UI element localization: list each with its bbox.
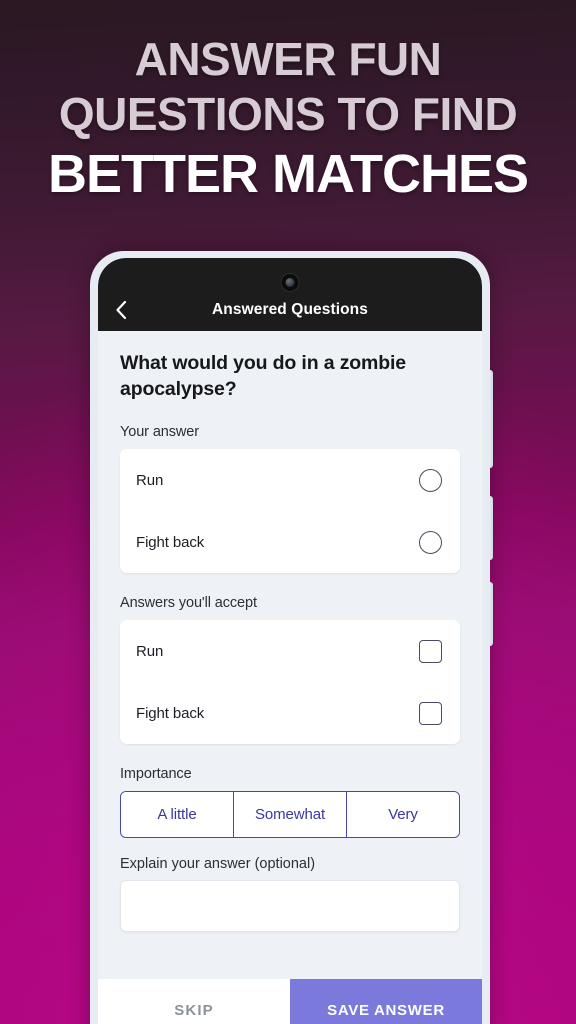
form-action-bar: SKIP SAVE ANSWER	[98, 979, 482, 1024]
radio-icon[interactable]	[419, 530, 442, 554]
option-label: Run	[136, 471, 164, 489]
headline-line-1: ANSWER FUN	[134, 33, 442, 85]
phone-screen: Answered Questions What would you do in …	[98, 258, 482, 1024]
importance-option-somewhat[interactable]: Somewhat	[234, 792, 347, 838]
option-label: Run	[136, 642, 164, 660]
phone-power-button[interactable]	[489, 582, 493, 646]
save-answer-button[interactable]: SAVE ANSWER	[290, 979, 482, 1024]
importance-label: Importance	[120, 766, 192, 783]
app-bar-title: Answered Questions	[212, 301, 368, 318]
importance-option-a-little[interactable]: A little	[121, 792, 234, 838]
explain-answer-input[interactable]	[120, 880, 460, 933]
promo-screenshot: ANSWER FUN QUESTIONS TO FIND BETTER MATC…	[0, 0, 576, 1024]
your-answer-option-run[interactable]: Run	[120, 449, 460, 511]
question-text: What would you do in a zombie apocalypse…	[120, 352, 406, 400]
question-form: What would you do in a zombie apocalypse…	[98, 331, 482, 1024]
phone-volume-up-button[interactable]	[489, 370, 493, 468]
option-label: Fight back	[136, 533, 205, 551]
accepted-option-fight-back[interactable]: Fight back	[120, 682, 460, 744]
promo-headline: ANSWER FUN QUESTIONS TO FIND BETTER MATC…	[0, 36, 576, 201]
importance-segmented-control: A little Somewhat Very	[120, 791, 460, 839]
option-label: Fight back	[136, 704, 205, 722]
headline-line-2: QUESTIONS TO FIND	[58, 88, 518, 140]
app-bar: Answered Questions	[98, 289, 482, 331]
accepted-answers-card: Run Fight back	[120, 620, 460, 745]
accepted-answers-label: Answers you'll accept	[120, 595, 257, 612]
radio-icon[interactable]	[419, 468, 442, 492]
your-answer-label: Your answer	[120, 424, 199, 441]
headline-line-3: BETTER MATCHES	[48, 144, 529, 204]
checkbox-icon[interactable]	[419, 639, 442, 663]
phone-volume-down-button[interactable]	[489, 496, 493, 560]
checkbox-icon[interactable]	[419, 701, 442, 725]
accepted-option-run[interactable]: Run	[120, 620, 460, 682]
importance-option-very[interactable]: Very	[347, 792, 459, 838]
skip-button[interactable]: SKIP	[98, 979, 290, 1024]
explain-answer-label: Explain your answer (optional)	[120, 856, 316, 873]
status-bar: Answered Questions	[98, 258, 482, 331]
your-answer-card: Run Fight back	[120, 449, 460, 574]
phone-mockup: Answered Questions What would you do in …	[90, 251, 493, 1024]
your-answer-option-fight-back[interactable]: Fight back	[120, 511, 460, 573]
